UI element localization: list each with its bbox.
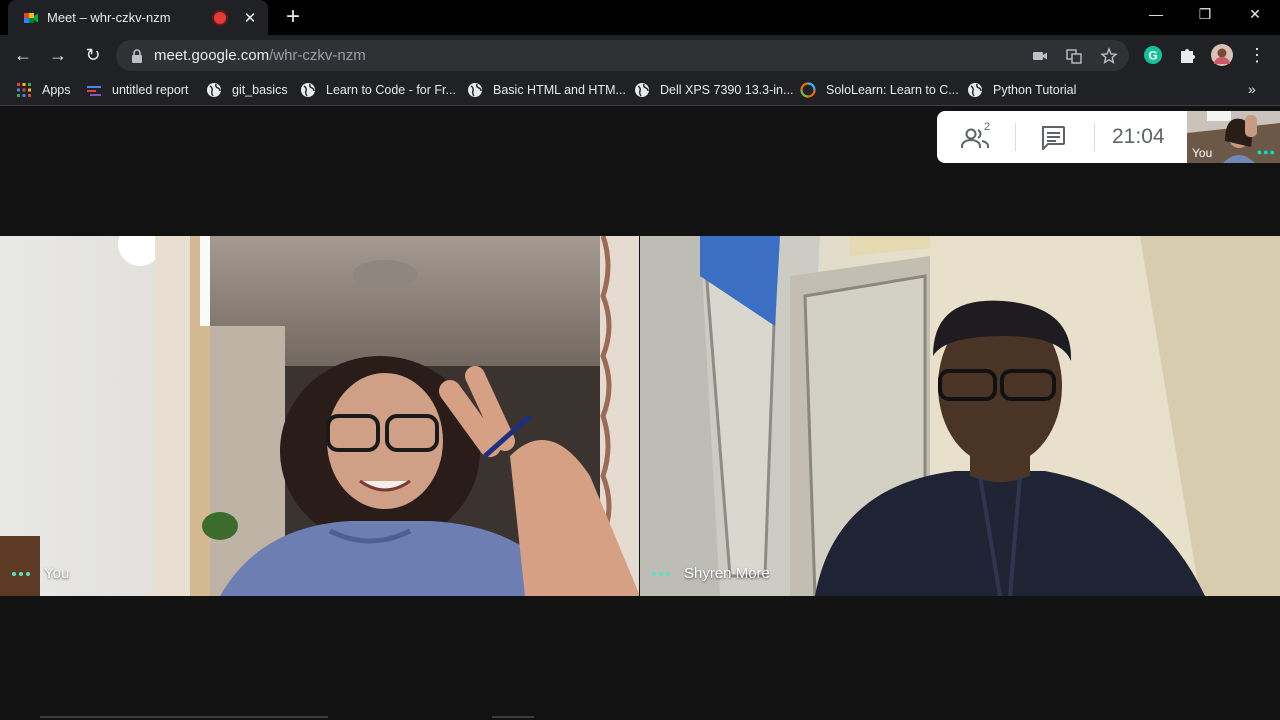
participant-nameplate: You (12, 565, 69, 582)
globe-icon (635, 83, 649, 97)
grammarly-icon[interactable]: G (1143, 45, 1163, 65)
bookmark-label: git_basics (232, 83, 288, 97)
bookmark-untitled-report[interactable]: untitled report (86, 82, 188, 98)
self-view-options-icon[interactable]: ●●● (1257, 147, 1276, 157)
participant-nameplate: Shyren More (652, 565, 770, 582)
participants-count: 2 (984, 121, 991, 133)
lock-icon (132, 48, 142, 63)
globe-icon (968, 83, 982, 97)
bookmark-star-icon[interactable] (1100, 47, 1118, 65)
divider (1094, 123, 1095, 151)
participant-video-you (0, 236, 639, 596)
participant-name: You (44, 565, 70, 582)
participant-options-icon[interactable] (652, 571, 670, 576)
meeting-top-bar: 2 21:04 (937, 111, 1187, 163)
new-tab-button[interactable]: + (283, 5, 303, 29)
scroll-indicator (40, 716, 328, 718)
svg-text:G: G (1148, 49, 1157, 63)
translate-icon[interactable] (1065, 47, 1083, 65)
participant-name: Shyren More (684, 565, 770, 582)
address-bar[interactable]: meet.google.com/whr-czkv-nzm (116, 40, 1129, 71)
bookmark-dell-xps[interactable]: Dell XPS 7390 13.3-in... (634, 82, 793, 98)
bookmark-sololearn[interactable]: SoloLearn: Learn to C... (800, 82, 959, 98)
tab-title: Meet – whr-czkv-nzm (47, 10, 171, 25)
globe-icon (301, 83, 315, 97)
browser-toolbar: ← → ↻ meet.google.com/whr-czkv-nzm G ⋮ (0, 35, 1280, 75)
reload-icon[interactable]: ↻ (82, 44, 104, 66)
bookmark-label: Dell XPS 7390 13.3-in... (660, 83, 794, 97)
bookmark-label: untitled report (112, 83, 189, 97)
self-view-label: You (1192, 146, 1213, 160)
bookmark-python-tutorial[interactable]: Python Tutorial (967, 82, 1076, 98)
url-text: meet.google.com/whr-czkv-nzm (154, 47, 366, 64)
bookmark-label: Python Tutorial (993, 83, 1077, 97)
bookmark-learn-to-code[interactable]: Learn to Code - for Fr... (300, 82, 456, 98)
self-view-thumbnail[interactable]: You ●●● (1187, 111, 1280, 163)
meet-stage: 2 21:04 You ●●● You Shyren More (0, 106, 1280, 720)
tab-strip: Meet – whr-czkv-nzm ✕ + — ❐ ✕ (0, 0, 1280, 35)
participant-video-shyren-more (640, 236, 1280, 596)
close-tab-icon[interactable]: ✕ (240, 9, 260, 27)
more-bookmarks-chevron-icon[interactable]: » (1248, 81, 1256, 97)
recording-indicator-icon (214, 11, 226, 24)
scroll-indicator (492, 716, 534, 718)
sololearn-icon (800, 82, 816, 98)
bookmark-label: Learn to Code - for Fr... (326, 83, 456, 97)
browser-tab[interactable]: Meet – whr-czkv-nzm ✕ (8, 0, 268, 35)
back-arrow-icon[interactable]: ← (12, 44, 34, 66)
meeting-clock: 21:04 (1112, 125, 1165, 148)
url-host: meet.google.com (154, 47, 270, 64)
apps-grid-icon (17, 83, 31, 97)
participant-options-icon[interactable] (12, 571, 30, 576)
forward-arrow-icon[interactable]: → (47, 44, 69, 66)
camera-in-use-icon[interactable] (1031, 47, 1049, 65)
minimize-window-icon[interactable]: — (1144, 6, 1168, 22)
bookmark-label: Basic HTML and HTM... (493, 83, 626, 97)
participant-tile-shyren-more[interactable]: Shyren More (640, 236, 1280, 596)
bookmarks-bar: Apps untitled report git_basics Learn to… (0, 75, 1280, 106)
restore-window-icon[interactable]: ❐ (1193, 6, 1217, 23)
chat-icon[interactable] (1039, 124, 1069, 150)
bookmark-label: Apps (42, 83, 71, 97)
bookmark-apps[interactable]: Apps (16, 82, 71, 98)
report-icon (87, 86, 101, 96)
close-window-icon[interactable]: ✕ (1243, 6, 1267, 23)
bookmark-basic-html[interactable]: Basic HTML and HTM... (467, 82, 626, 98)
bookmark-git-basics[interactable]: git_basics (206, 82, 288, 98)
profile-avatar[interactable] (1211, 44, 1233, 66)
google-meet-icon (24, 12, 38, 23)
url-path: /whr-czkv-nzm (269, 47, 366, 64)
divider (1015, 123, 1016, 151)
extensions-puzzle-icon[interactable] (1177, 45, 1197, 65)
bookmark-label: SoloLearn: Learn to C... (826, 83, 959, 97)
globe-icon (207, 83, 221, 97)
participant-tile-you[interactable]: You (0, 236, 639, 596)
chrome-menu-icon[interactable]: ⋮ (1246, 44, 1268, 66)
globe-icon (468, 83, 482, 97)
